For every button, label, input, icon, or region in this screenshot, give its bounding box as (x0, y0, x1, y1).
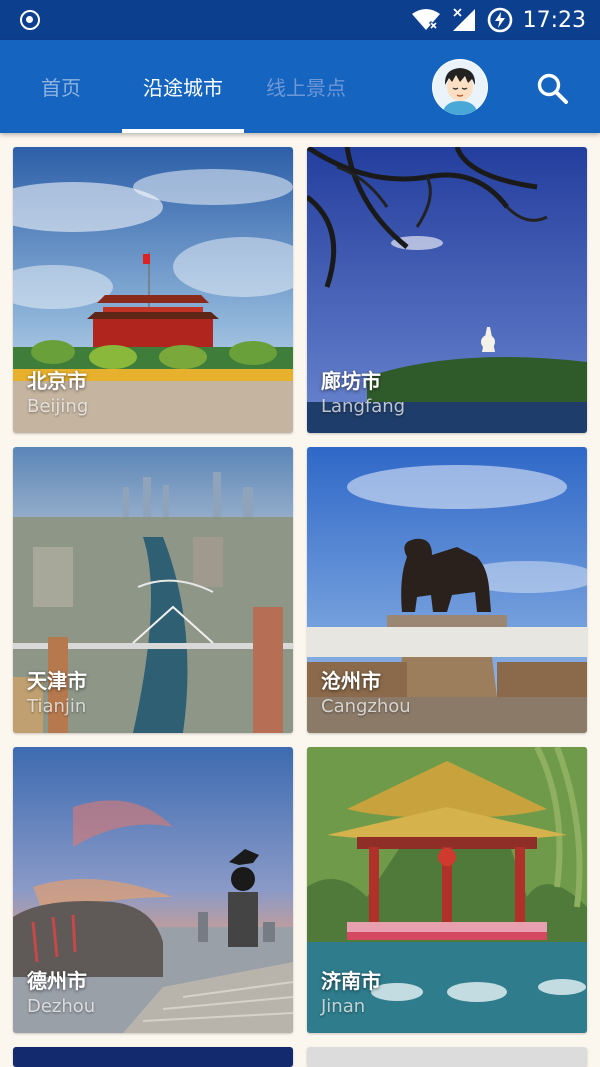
record-icon (20, 10, 40, 30)
tab-home[interactable]: 首页 (14, 40, 108, 133)
city-pinyin: Langfang (321, 396, 406, 417)
tab-online-attractions[interactable]: 线上景点 (256, 40, 356, 133)
signal-icon (452, 8, 475, 31)
city-pinyin: Cangzhou (321, 696, 411, 717)
search-button[interactable] (530, 66, 574, 110)
tab-home-label: 首页 (41, 76, 81, 100)
city-card-beijing[interactable]: 北京市 Beijing (13, 147, 293, 433)
app-bar: 首页 沿途城市 线上景点 (0, 40, 600, 133)
city-name: 济南市 (321, 969, 381, 993)
city-card-cangzhou[interactable]: 沧州市 Cangzhou (307, 447, 587, 733)
city-card-dezhou[interactable]: 德州市 Dezhou (13, 747, 293, 1033)
tab-cities-label: 沿途城市 (143, 76, 223, 100)
city-card-tianjin[interactable]: 天津市 Tianjin (13, 447, 293, 733)
battery-charging-icon (487, 7, 512, 33)
avatar[interactable] (432, 59, 488, 115)
wifi-icon (411, 9, 440, 31)
status-time: 17:23 (522, 7, 586, 33)
city-pinyin: Tianjin (27, 696, 87, 717)
city-pinyin: Jinan (321, 996, 366, 1017)
city-name: 天津市 (27, 669, 87, 693)
city-pinyin: Beijing (27, 396, 89, 417)
city-card-next-left[interactable] (13, 1047, 293, 1067)
city-card-langfang[interactable]: 廊坊市 Langfang (307, 147, 587, 433)
city-name: 北京市 (27, 369, 87, 393)
city-pinyin: Dezhou (27, 996, 96, 1017)
tab-cities-along-route[interactable]: 沿途城市 (122, 40, 244, 133)
search-icon (537, 73, 568, 104)
tab-indicator (122, 129, 244, 133)
city-name: 德州市 (27, 969, 87, 993)
city-card-next-right[interactable] (307, 1047, 587, 1067)
tab-attractions-label: 线上景点 (266, 76, 346, 100)
status-bar: 17:23 (0, 0, 600, 40)
city-card-jinan[interactable]: 济南市 Jinan (307, 747, 587, 1033)
city-name: 廊坊市 (321, 369, 381, 393)
city-name: 沧州市 (321, 669, 381, 693)
